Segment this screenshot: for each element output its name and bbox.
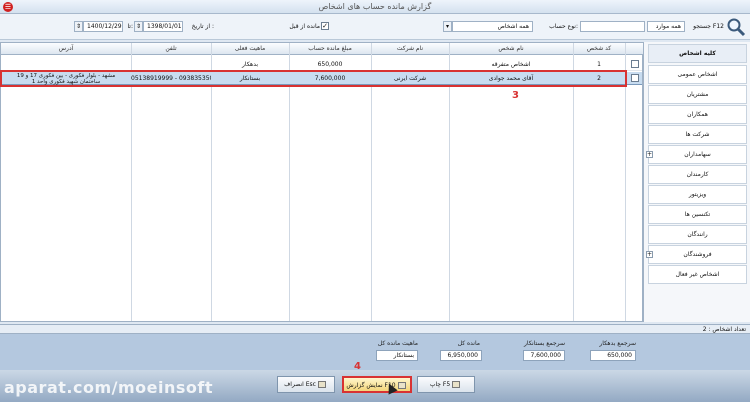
credit-total-value: 7,600,000 [523,350,565,361]
from-date-input[interactable]: 1398/01/01 [143,21,183,32]
printer-icon [452,381,461,388]
search-input[interactable] [580,21,645,32]
row-checkbox[interactable] [631,74,639,82]
credit-total-label: سرجمع بستانکار [524,340,565,347]
sidebar-item-label: فروشندگان [683,251,712,258]
scope-select[interactable]: همه موارد [647,21,685,32]
category-sidebar: کلیه اشخاص اشخاص عمومی مشتریان همکاران ش… [643,42,750,322]
date-picker-icon[interactable]: ⇕ [134,21,143,32]
column-header-address[interactable]: آدرس [1,43,131,55]
annotation-marker-4: 4 [354,361,361,372]
expand-icon[interactable]: + [646,251,653,258]
window-title: گزارش مانده حساب های اشخاص [318,2,432,11]
sidebar-item-colleagues[interactable]: همکاران [648,105,747,124]
watermark-text: aparat.com/moeinsoft [4,378,213,397]
column-header-name[interactable]: نام شخص [449,43,573,55]
sidebar-item-customers[interactable]: مشتریان [648,85,747,104]
grid-header: کد شخص نام شخص نام شرکت مبلغ مانده حساب … [1,43,644,55]
from-date-label: از تاریخ : [191,23,214,30]
sidebar-item-visitor[interactable]: ویزیتور [648,185,747,204]
total-nature-value: بستانکار [376,350,418,361]
expand-icon[interactable]: + [646,151,653,158]
record-count: تعداد اشخاص : 2 [702,326,746,333]
chevron-down-icon[interactable]: ▾ [443,21,452,32]
search-label: جستجو F12 [693,23,724,30]
row-checkbox[interactable] [631,60,639,68]
sidebar-item-shareholders[interactable]: + سهامداران [646,145,747,164]
column-header-code[interactable]: کد شخص [573,43,625,55]
sidebar-item-companies[interactable]: شرکت ها [648,125,747,144]
sidebar-item-drivers[interactable]: رانندگان [648,225,747,244]
sidebar-item-inactive[interactable]: اشخاص غیر فعال [648,265,747,284]
show-report-button[interactable]: نمایش گزارش F10 [342,376,412,393]
report-icon [397,382,406,389]
total-balance-value: 6,950,000 [440,350,482,361]
cancel-button-label: انصراف Esc [284,381,316,388]
search-icon[interactable] [726,17,746,37]
toolbar: جستجو F12 همه موارد نوع حساب: همه اشخاص … [0,14,750,40]
exit-icon [317,381,326,388]
sidebar-item-general[interactable]: اشخاص عمومی [648,65,747,84]
sidebar-item-sellers[interactable]: + فروشندگان [646,245,747,264]
cancel-button[interactable]: انصراف Esc [277,376,335,393]
debit-total-value: 650,000 [590,350,636,361]
highlight-box-row [0,70,627,87]
total-nature-label: ماهیت مانده کل [377,340,418,347]
summary-panel: سرجمع بدهکار 650,000 سرجمع بستانکار 7,60… [0,334,750,370]
sidebar-item-technicians[interactable]: تکنسین ها [648,205,747,224]
column-header-balance[interactable]: مبلغ مانده حساب [289,43,371,55]
sidebar-item-all[interactable]: کلیه اشخاص [648,44,747,63]
account-type-label: نوع حساب: [549,23,578,30]
prev-balance-label: مانده از قبل [289,23,320,30]
annotation-marker-3: 3 [512,90,519,101]
debit-total-label: سرجمع بدهکار [599,340,636,347]
to-date-label: تا: [127,23,133,30]
account-type-select[interactable]: همه اشخاص [452,21,533,32]
column-header-phone[interactable]: تلفن [131,43,211,55]
sidebar-item-employees[interactable]: کارمندان [648,165,747,184]
title-bar: ☰ گزارش مانده حساب های اشخاص [0,0,750,14]
total-balance-label: مانده کل [457,340,480,347]
column-header-company[interactable]: نام شرکت [371,43,449,55]
print-button-label: چاپ F5 [429,381,451,388]
prev-balance-checkbox[interactable]: ✓ [321,22,329,30]
column-header-nature[interactable]: ماهیت فعلی [211,43,289,55]
print-button[interactable]: چاپ F5 [417,376,475,393]
date-picker-icon[interactable]: ⇕ [74,21,83,32]
to-date-input[interactable]: 1400/12/29 [83,21,123,32]
sidebar-item-label: سهامداران [684,151,711,158]
record-count-bar: تعداد اشخاص : 2 [0,324,750,334]
